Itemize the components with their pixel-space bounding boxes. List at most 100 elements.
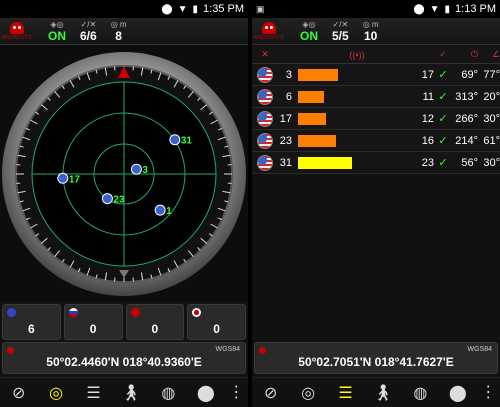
app-logo[interactable]: ANDROITS: [252, 18, 286, 45]
app-logo[interactable]: ANDROITS: [0, 18, 34, 45]
datum-label: WGS84: [467, 346, 492, 353]
table-header: ✕ ((•)) ✓ ⏻ ∠: [252, 46, 500, 64]
snr-cell: 17: [421, 68, 434, 81]
coordinates-panel[interactable]: WGS84 50°02.7051'N 018°41.7627'E: [254, 342, 498, 374]
signal-bar-cell: [292, 112, 416, 125]
datum-label: WGS84: [215, 346, 240, 353]
satellite-marker[interactable]: 17: [57, 172, 81, 185]
snr-cell: 16: [421, 134, 434, 147]
globe-icon[interactable]: ◍: [157, 382, 179, 404]
satellite-marker[interactable]: 31: [169, 134, 193, 147]
used-icon: ✓: [439, 49, 447, 59]
elevation-cell: 30°: [483, 156, 500, 169]
radar-icon[interactable]: ◎: [45, 382, 67, 404]
location-icon: ⬤: [161, 3, 173, 15]
overflow-menu-icon[interactable]: ⋮: [480, 382, 496, 404]
sky-radar: 31 3 17 23 1: [0, 46, 248, 302]
constellation-counts: 6 0 0 0: [2, 304, 246, 340]
signal-bar-cell: [292, 90, 416, 103]
radar-icon[interactable]: ◎: [297, 382, 319, 404]
elevation-cell: 20°: [483, 90, 500, 103]
map-pin-icon[interactable]: ⬤: [195, 382, 217, 404]
sats-icon: ✓/✕: [332, 19, 349, 29]
prn-cell: 3: [285, 68, 292, 81]
coordinates-panel[interactable]: WGS84 50°02.4460'N 018°40.9360'E: [2, 342, 246, 374]
map-pin-icon[interactable]: ⬤: [447, 382, 469, 404]
prn-cell: 23: [279, 134, 292, 147]
us-flag-icon: [252, 88, 278, 105]
compass-icon[interactable]: ⊘: [260, 382, 282, 404]
satellite-icon: ✕: [261, 49, 269, 59]
ru-flag-icon: [68, 308, 78, 317]
location-icon: ⬤: [413, 3, 425, 15]
signal-bars-icon[interactable]: ☰: [335, 382, 357, 404]
table-row[interactable]: 17 12 ✓ 266° 30°: [252, 108, 500, 130]
accuracy-stat: ◎ m8: [111, 20, 127, 43]
check-icon: ✓: [438, 135, 448, 147]
table-row[interactable]: 6 11 ✓ 313° 20°: [252, 86, 500, 108]
table-body: 3 17 ✓ 69° 77° 6 11 ✓ 313° 20° 17 12 ✓ 266° 30° 23 16 ✓ 21…: [252, 64, 500, 174]
us-flag-icon: [252, 110, 278, 127]
check-icon: ✓: [438, 113, 448, 125]
snr-cell: 11: [422, 90, 434, 103]
signal-bars-icon[interactable]: ☰: [83, 382, 105, 404]
azimuth-cell: 56°: [461, 156, 478, 169]
check-icon: ✓: [438, 157, 448, 169]
snr-cell: 23: [421, 156, 434, 169]
signal-bar: [298, 90, 324, 103]
radar-svg: 31 3 17 23 1: [2, 52, 246, 296]
signal-bar-cell: [292, 156, 416, 169]
accuracy-stat: ◎ m 10: [363, 20, 379, 43]
status-time: 1:13 PM: [455, 3, 496, 15]
wifi-icon: ▼: [177, 3, 188, 15]
signal-bar: [298, 156, 353, 169]
check-icon: ✓: [438, 91, 448, 103]
record-icon: [7, 347, 14, 354]
count-gps[interactable]: 6: [2, 304, 61, 340]
azimuth-icon: ⏻: [470, 49, 478, 59]
top-bar: ANDROITS ◈◎ ON ✓/✕ 5/5 ◎ m 10: [252, 18, 500, 45]
snr-cell: 12: [421, 112, 434, 125]
radar-screen: ⬤ ▼ ▮ 1:35 PM ANDROITS ◈◎ ON ✓/✕ 6/6 ◎ m8: [0, 0, 248, 407]
status-time: 1:35 PM: [203, 3, 244, 15]
azimuth-cell: 69°: [461, 68, 478, 81]
azimuth-cell: 214°: [455, 134, 478, 147]
prn-cell: 31: [279, 156, 292, 169]
table-row[interactable]: 23 16 ✓ 214° 61°: [252, 130, 500, 152]
battery-icon: ▮: [444, 3, 451, 15]
count-beidou[interactable]: 0: [125, 304, 185, 340]
table-row[interactable]: 31 23 ✓ 56° 30°: [252, 152, 500, 174]
signal-bar-cell: [292, 134, 416, 147]
table-row[interactable]: 3 17 ✓ 69° 77°: [252, 64, 500, 86]
image-icon: ▣: [256, 3, 265, 14]
us-flag-icon: [252, 154, 278, 171]
fix-stat: ◈◎ ON: [48, 20, 66, 43]
accuracy-value: 8: [115, 28, 122, 43]
overflow-menu-icon[interactable]: ⋮: [228, 382, 244, 404]
satellite-label: 3: [142, 165, 148, 176]
satellite-label: 17: [69, 174, 81, 185]
prn-cell: 6: [285, 90, 292, 103]
elevation-cell: 30°: [483, 112, 500, 125]
coordinates-value: 50°02.4460'N 018°40.9360'E: [46, 355, 202, 369]
walk-icon[interactable]: 🚶︎: [372, 382, 394, 404]
top-bar: ANDROITS ◈◎ ON ✓/✕ 6/6 ◎ m8: [0, 18, 248, 45]
count-glonass[interactable]: 0: [63, 304, 123, 340]
walk-icon[interactable]: 🚶︎: [120, 382, 142, 404]
signal-bar-cell: [292, 68, 416, 81]
satellite-label: 1: [166, 206, 172, 217]
jp-flag-icon: [192, 308, 202, 317]
azimuth-cell: 313°: [455, 90, 478, 103]
count-qzss[interactable]: 0: [187, 304, 246, 340]
sats-value: 6/6: [80, 28, 97, 43]
satellite-label: 31: [181, 136, 193, 147]
status-bar: ▣ ⬤ ▼ ▮ 1:13 PM: [252, 0, 500, 18]
cn-flag-icon: [130, 308, 140, 317]
us-flag-icon: [7, 308, 16, 317]
count-qzss-value: 0: [213, 322, 220, 336]
coordinates-value: 50°02.7051'N 018°41.7627'E: [298, 355, 454, 369]
compass-icon[interactable]: ⊘: [8, 382, 30, 404]
fix-stat: ◈◎ ON: [300, 20, 318, 43]
satellite-marker[interactable]: 23: [101, 193, 125, 206]
globe-icon[interactable]: ◍: [409, 382, 431, 404]
